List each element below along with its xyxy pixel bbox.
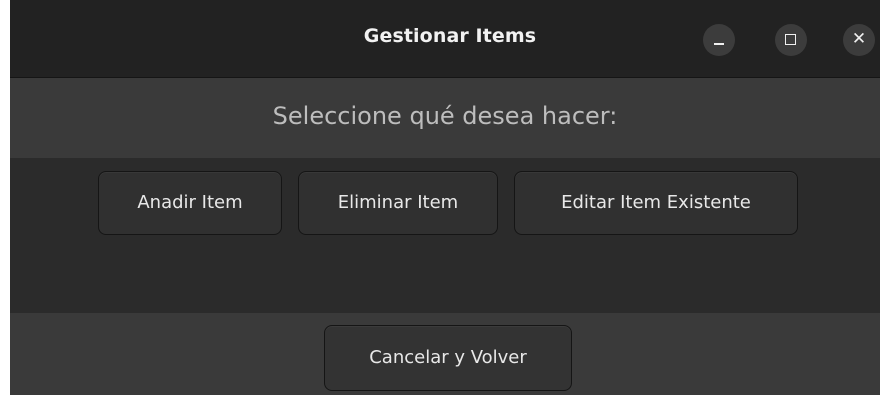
edit-item-button[interactable]: Editar Item Existente <box>514 171 798 235</box>
prompt-text: Seleccione qué desea hacer: <box>272 102 618 130</box>
actions-section: Anadir Item Eliminar Item Editar Item Ex… <box>10 158 880 313</box>
cancel-return-button[interactable]: Cancelar y Volver <box>324 325 572 391</box>
close-icon: ✕ <box>851 29 867 49</box>
title-bar: Gestionar Items ✕ <box>10 0 880 78</box>
minimize-button[interactable] <box>703 24 735 56</box>
maximize-icon <box>785 34 796 45</box>
delete-item-button[interactable]: Eliminar Item <box>298 171 498 235</box>
maximize-button[interactable] <box>775 24 807 56</box>
close-button[interactable]: ✕ <box>843 24 875 56</box>
add-item-button[interactable]: Anadir Item <box>98 171 282 235</box>
window-title: Gestionar Items <box>363 25 537 47</box>
minimize-icon <box>714 43 724 45</box>
prompt-section: Seleccione qué desea hacer: <box>10 78 880 158</box>
dialog-window: Gestionar Items ✕ Seleccione qué desea h… <box>10 0 880 395</box>
footer-section: Cancelar y Volver <box>10 313 880 395</box>
